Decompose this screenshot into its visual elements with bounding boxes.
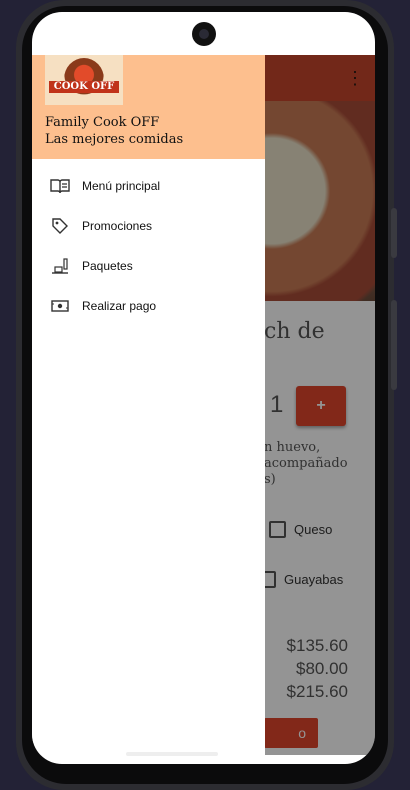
menu-item-paquetes[interactable]: Paquetes — [32, 246, 265, 286]
drawer-title: Family Cook OFF — [45, 115, 160, 130]
menu-item-promociones[interactable]: Promociones — [32, 206, 265, 246]
drawer-header: COOK OFF Family Cook OFF Las mejores com… — [32, 55, 265, 159]
menu-item-label: Menú principal — [82, 179, 161, 193]
menu-item-menu-principal[interactable]: Menú principal — [32, 166, 265, 206]
menu-item-label: Promociones — [82, 219, 153, 233]
front-camera — [192, 22, 216, 46]
volume-button — [391, 208, 397, 258]
power-button — [391, 300, 397, 390]
payment-icon — [50, 296, 70, 316]
gesture-navigation-bar[interactable] — [126, 752, 218, 756]
tag-icon — [50, 216, 70, 236]
screen: ⋮ ch de 1 + n huevo, acompañado s) Queso… — [32, 12, 375, 764]
book-icon — [50, 176, 70, 196]
menu-item-label: Realizar pago — [82, 299, 157, 313]
logo-emblem — [64, 58, 104, 100]
app-content: ⋮ ch de 1 + n huevo, acompañado s) Queso… — [32, 55, 375, 755]
navigation-drawer: COOK OFF Family Cook OFF Las mejores com… — [32, 55, 265, 755]
menu-item-label: Paquetes — [82, 259, 133, 273]
menu-item-realizar-pago[interactable]: Realizar pago — [32, 286, 265, 326]
drawer-subtitle: Las mejores comidas — [45, 132, 184, 147]
logo-text: COOK OFF — [49, 81, 119, 93]
package-icon — [50, 256, 70, 276]
app-logo: COOK OFF — [45, 55, 123, 105]
